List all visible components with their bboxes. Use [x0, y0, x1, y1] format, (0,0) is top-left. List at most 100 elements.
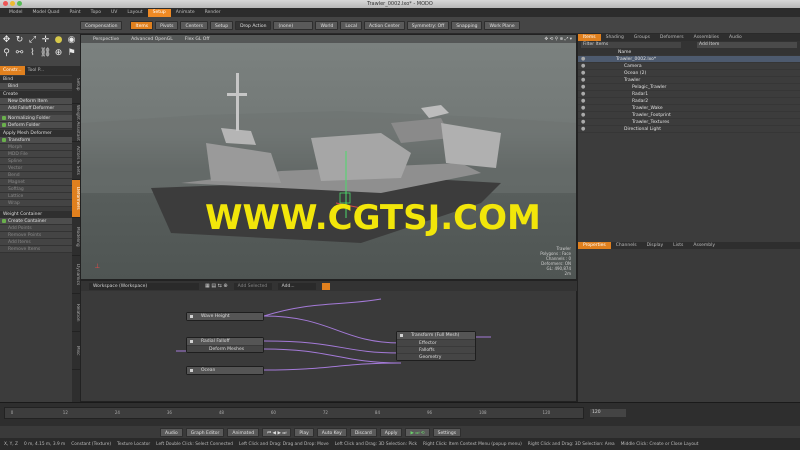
morph-button[interactable]: Morph — [0, 144, 72, 151]
tab-topo[interactable]: Topo — [86, 9, 106, 17]
visibility-eye-icon[interactable]: ● — [581, 120, 586, 125]
gl-mode-menu[interactable]: Flex GL Off — [185, 37, 210, 42]
add-item-button[interactable]: Add Item — [697, 42, 797, 48]
apply-button[interactable]: Apply — [379, 427, 403, 437]
vtab-dynamics[interactable]: Dynamics — [72, 256, 80, 294]
visibility-eye-icon[interactable]: ● — [581, 64, 586, 69]
rotate-icon[interactable]: ↻ — [13, 34, 26, 47]
link-icon[interactable]: ⛓ — [39, 47, 52, 60]
visibility-eye-icon[interactable]: ● — [581, 106, 586, 111]
deform-folder-button[interactable]: Deform Folder — [0, 122, 72, 129]
node-ocean[interactable]: Ocean — [186, 366, 264, 375]
drop-action-select[interactable]: (none) — [273, 20, 314, 30]
tab-properties[interactable]: Properties — [578, 242, 611, 249]
sphere-icon[interactable]: ● — [52, 34, 65, 47]
node-wave-height[interactable]: Wave Height — [186, 312, 264, 321]
vtab-weight-assistant[interactable]: Weight Assistant — [72, 104, 80, 142]
transport-icons[interactable]: ⏮ ◀ ▶ ⏭ — [262, 427, 292, 437]
add-items-button[interactable]: Add Items — [0, 239, 72, 246]
port-falloffs[interactable]: Falloffs — [397, 346, 475, 353]
visibility-eye-icon[interactable]: ● — [581, 85, 586, 90]
animated-select[interactable]: Animated — [227, 427, 260, 437]
element-icon[interactable]: ◉ — [65, 34, 78, 47]
local-button[interactable]: Local — [340, 20, 363, 30]
node-transform-full-mesh[interactable]: Transform (Full Mesh) Effector Falloffs … — [396, 331, 476, 361]
pivots-button[interactable]: Pivots — [155, 20, 179, 30]
new-deform-item-button[interactable]: New Deform Item — [0, 98, 72, 105]
remove-items-button[interactable]: Remove Items — [0, 246, 72, 253]
compensation-button[interactable]: Compensation — [80, 20, 123, 30]
tab-display[interactable]: Display — [642, 242, 669, 249]
tree-item[interactable]: ● Trawler_Footprint — [578, 112, 800, 119]
normalizing-folder-button[interactable]: Normalizing Folder — [0, 115, 72, 122]
vtab-modeling[interactable]: Modeling — [72, 218, 80, 256]
tab-model[interactable]: Model — [4, 9, 28, 17]
tree-item[interactable]: ● Trawler_Wake — [578, 105, 800, 112]
work-plane-button[interactable]: Work Plane — [484, 20, 520, 30]
centers-button[interactable]: Centers — [180, 20, 208, 30]
add-falloff-button[interactable]: Add Falloff Deformer — [0, 105, 72, 112]
tab-constraints[interactable]: Constr... — [0, 66, 25, 75]
tree-item[interactable]: ● Directional Light — [578, 126, 800, 133]
wrap-button[interactable]: Wrap — [0, 200, 72, 207]
pin-icon[interactable]: ⚑ — [65, 47, 78, 60]
tree-item[interactable]: ● Trawler — [578, 77, 800, 84]
transform-button[interactable]: Transform — [0, 137, 72, 144]
close-window-button[interactable] — [3, 1, 8, 6]
move-icon[interactable]: ✥ — [0, 34, 13, 47]
tree-item[interactable]: ● Camera — [578, 63, 800, 70]
view-type-menu[interactable]: Perspective — [93, 37, 119, 42]
ik-icon[interactable]: ⌇ — [26, 47, 39, 60]
bind-button[interactable]: Bind — [0, 83, 72, 90]
discard-button[interactable]: Discard — [349, 427, 377, 437]
tab-groups[interactable]: Groups — [629, 34, 655, 41]
tree-item[interactable]: ● Radar2 — [578, 98, 800, 105]
tab-uv[interactable]: UV — [106, 9, 122, 17]
bend-button[interactable]: Bend — [0, 172, 72, 179]
visibility-eye-icon[interactable]: ● — [581, 99, 586, 104]
visibility-eye-icon[interactable]: ● — [581, 71, 586, 76]
maximize-window-button[interactable] — [17, 1, 22, 6]
tab-shading[interactable]: Shading — [601, 34, 629, 41]
visibility-eye-icon[interactable]: ● — [581, 57, 586, 62]
tab-deformers[interactable]: Deformers — [655, 34, 689, 41]
visibility-eye-icon[interactable]: ● — [581, 113, 586, 118]
tab-lists[interactable]: Lists — [668, 242, 688, 249]
items-button[interactable]: Items — [130, 20, 154, 30]
filter-items-input[interactable]: Filter Items — [581, 42, 681, 48]
tree-item[interactable]: ● Ocean (2) — [578, 70, 800, 77]
minimize-window-button[interactable] — [10, 1, 15, 6]
graph-editor-button[interactable]: Graph Editor — [185, 427, 225, 437]
visibility-eye-icon[interactable]: ● — [581, 78, 586, 83]
tab-items[interactable]: Items — [578, 34, 601, 41]
tab-animate[interactable]: Animate — [171, 9, 200, 17]
locator-icon[interactable]: ⊕ — [52, 47, 65, 60]
lattice-button[interactable]: Lattice — [0, 193, 72, 200]
tab-audio[interactable]: Audio — [724, 34, 747, 41]
tab-render[interactable]: Render — [200, 9, 226, 17]
shading-mode-menu[interactable]: Advanced OpenGL — [131, 37, 173, 42]
scale-icon[interactable]: ⤢ — [26, 34, 39, 47]
tab-layout[interactable]: Layout — [122, 9, 147, 17]
vtab-setup[interactable]: Setup — [72, 66, 80, 104]
play-button[interactable]: Play — [294, 427, 314, 437]
tab-channels[interactable]: Channels — [611, 242, 642, 249]
current-frame-field[interactable]: 120 — [590, 409, 626, 417]
create-container-button[interactable]: Create Container — [0, 218, 72, 225]
tab-tool-properties[interactable]: Tool P... — [25, 66, 47, 75]
tree-item[interactable]: ● Trawler_Textures — [578, 119, 800, 126]
tab-setup[interactable]: Setup — [147, 8, 171, 17]
tree-item[interactable]: ● Pelagic_Trawler — [578, 84, 800, 91]
port-deform-meshes[interactable]: Deform Meshes — [187, 345, 263, 352]
softlag-button[interactable]: Softlag — [0, 186, 72, 193]
schematic-node-editor[interactable]: Workspace (Workspace) ▦ ▤ ⇆ ⊕ Add Select… — [80, 280, 578, 402]
joint-icon[interactable]: ⚯ — [13, 47, 26, 60]
setup-button[interactable]: Setup — [209, 20, 234, 30]
vtab-relation[interactable]: Relation — [72, 294, 80, 332]
vtab-actors-sets[interactable]: Actors & Sets — [72, 142, 80, 180]
3d-viewport[interactable]: Perspective Advanced OpenGL Flex GL Off … — [80, 34, 577, 280]
snapping-button[interactable]: Snapping — [451, 20, 483, 30]
vector-button[interactable]: Vector — [0, 165, 72, 172]
vtab-deformers[interactable]: Deformers — [72, 180, 80, 218]
remove-points-button[interactable]: Remove Points — [0, 232, 72, 239]
